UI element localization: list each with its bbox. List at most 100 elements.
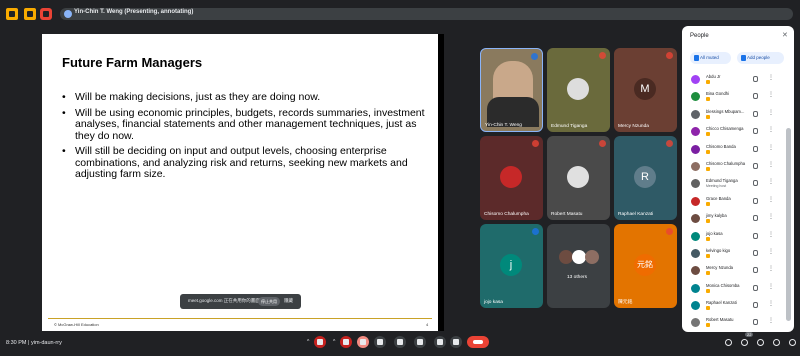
more-vert-icon[interactable]: ⋮ — [768, 231, 774, 238]
speaking-icon — [531, 53, 538, 60]
tile-name: Yin-Chin T. Weng — [485, 123, 522, 128]
participant-row[interactable]: kelvingo kigo ⋮ — [682, 245, 794, 262]
language-flag-icon — [706, 166, 710, 171]
participant-row[interactable]: Chisomo Chalumpha ⋮ — [682, 158, 794, 175]
more-options-button[interactable] — [450, 336, 462, 348]
participant-name: Monica Chisomba — [706, 282, 740, 288]
recording-icon[interactable] — [40, 8, 52, 20]
mute-all-button[interactable]: All muted — [690, 52, 731, 64]
camera-off-icon — [343, 339, 349, 345]
mic-muted-icon[interactable] — [753, 180, 758, 187]
mic-toggle-button[interactable] — [314, 336, 326, 348]
stop-sharing-button[interactable]: 停止共用 — [258, 297, 280, 306]
people-panel: People ✕ All muted Add people Abdu Jr ⋮ Bi… — [682, 26, 794, 332]
mic-icon — [694, 55, 699, 61]
mic-muted-icon[interactable] — [753, 215, 758, 222]
meeting-chat-icon[interactable] — [24, 8, 36, 20]
participant-row[interactable]: Monica Chisomba ⋮ — [682, 280, 794, 297]
emoji-button[interactable] — [394, 336, 406, 348]
participant-tile[interactable]: Edmund Tiganga — [547, 48, 610, 132]
muted-icon — [599, 52, 606, 59]
participant-tile[interactable]: Yin-Chin T. Weng — [480, 48, 543, 132]
info-icon[interactable] — [725, 339, 732, 346]
more-vert-icon[interactable]: ⋮ — [768, 196, 774, 203]
more-vert-icon[interactable]: ⋮ — [768, 109, 774, 116]
more-vert-icon[interactable]: ⋮ — [768, 248, 774, 255]
mic-muted-icon[interactable] — [753, 249, 758, 256]
participant-tile[interactable]: j jojo kasa — [480, 224, 543, 308]
camera-toggle-button[interactable] — [340, 336, 352, 348]
mic-muted-icon[interactable] — [753, 232, 758, 239]
activities-icon[interactable] — [773, 339, 780, 346]
screen-share-text: meet.google.com 正在共用你的畫面。 — [188, 298, 265, 303]
more-vert-icon[interactable]: ⋮ — [768, 91, 774, 98]
more-vert-icon[interactable]: ⋮ — [768, 213, 774, 220]
camera-options-icon[interactable]: ^ — [333, 339, 335, 345]
mic-muted-icon[interactable] — [753, 128, 758, 135]
participant-row[interactable]: blessings Mbupam... ⋮ — [682, 106, 794, 123]
others-avatar — [559, 250, 573, 264]
participant-row[interactable]: Raphael Kanzati ⋮ — [682, 297, 794, 314]
more-vert-icon[interactable]: ⋮ — [768, 126, 774, 133]
participant-row[interactable]: Robert Masatu ⋮ — [682, 314, 794, 331]
participant-tile[interactable]: Chisomo Chalumpha — [480, 136, 543, 220]
mic-muted-icon[interactable] — [753, 284, 758, 291]
close-icon[interactable]: ✕ — [782, 31, 788, 39]
people-scrollbar[interactable] — [786, 128, 791, 321]
annotate-button[interactable] — [414, 336, 426, 348]
participant-name: Chisomo Chalumpha — [706, 160, 746, 166]
add-people-button[interactable]: Add people — [737, 52, 784, 64]
participant-tile[interactable]: 元銘 陳元銘 — [614, 224, 677, 308]
participant-row[interactable]: Bina Gondhi ⋮ — [682, 88, 794, 105]
participant-name: jojo kasa — [706, 230, 723, 236]
people-icon[interactable] — [741, 339, 748, 346]
mic-muted-icon[interactable] — [753, 145, 758, 152]
leave-call-button[interactable] — [467, 336, 489, 348]
participant-name: Edmund Tiganga — [706, 178, 738, 184]
more-vert-icon[interactable]: ⋮ — [768, 178, 774, 185]
mic-options-icon[interactable]: ^ — [307, 339, 309, 345]
raise-hand-button[interactable] — [434, 336, 446, 348]
more-vert-icon[interactable]: ⋮ — [768, 300, 774, 307]
participant-row[interactable]: Chisomo Banda ⋮ — [682, 141, 794, 158]
participant-row[interactable]: jojo kasa ⋮ — [682, 228, 794, 245]
mic-muted-icon[interactable] — [753, 110, 758, 117]
add-person-icon — [741, 55, 746, 61]
more-vert-icon[interactable]: ⋮ — [768, 317, 774, 324]
mic-muted-icon[interactable] — [753, 319, 758, 326]
present-button[interactable] — [357, 336, 369, 348]
meeting-info-icon[interactable] — [6, 8, 18, 20]
participant-tile[interactable]: Robert Masatu — [547, 136, 610, 220]
chat-icon[interactable] — [757, 339, 764, 346]
participant-row[interactable]: Chicco Chisamenga ⋮ — [682, 123, 794, 140]
participant-row[interactable]: jimy kalyba ⋮ — [682, 210, 794, 227]
mic-muted-icon[interactable] — [753, 302, 758, 309]
participant-row[interactable]: Abdu Jr ⋮ — [682, 71, 794, 88]
hide-toast-button[interactable]: 隱藏 — [284, 298, 293, 304]
tile-name: Robert Masatu — [551, 212, 583, 217]
participant-row[interactable]: Edmund Tiganga Meeting host ⋮ — [682, 175, 794, 192]
more-vert-icon[interactable]: ⋮ — [768, 144, 774, 151]
participant-avatar: j — [500, 254, 522, 276]
speaking-icon — [532, 228, 539, 235]
more-vert-icon[interactable]: ⋮ — [768, 161, 774, 168]
mic-muted-icon[interactable] — [753, 197, 758, 204]
more-vert-icon[interactable]: ⋮ — [768, 74, 774, 81]
participant-tile[interactable]: R Raphael Kanzati — [614, 136, 677, 220]
participant-avatar: 元銘 — [634, 254, 656, 276]
host-controls-icon[interactable] — [789, 339, 796, 346]
participant-row[interactable]: Grace Banda ⋮ — [682, 193, 794, 210]
captions-button[interactable] — [374, 336, 386, 348]
mic-muted-icon[interactable] — [753, 93, 758, 100]
mic-muted-icon[interactable] — [753, 162, 758, 169]
mic-muted-icon[interactable] — [753, 76, 758, 82]
more-vert-icon[interactable]: ⋮ — [768, 283, 774, 290]
people-list: Abdu Jr ⋮ Bina Gondhi ⋮ blessings Mbupam... ⋮… — [682, 71, 794, 332]
others-avatar — [585, 250, 599, 264]
mic-muted-icon[interactable] — [753, 267, 758, 274]
participant-row[interactable]: Mercy Nzunda ⋮ — [682, 262, 794, 279]
others-tile[interactable]: 13 others — [547, 224, 610, 308]
more-vert-icon[interactable]: ⋮ — [768, 265, 774, 272]
participant-tile[interactable]: M Mercy Nzunda — [614, 48, 677, 132]
language-flag-icon — [706, 306, 710, 311]
